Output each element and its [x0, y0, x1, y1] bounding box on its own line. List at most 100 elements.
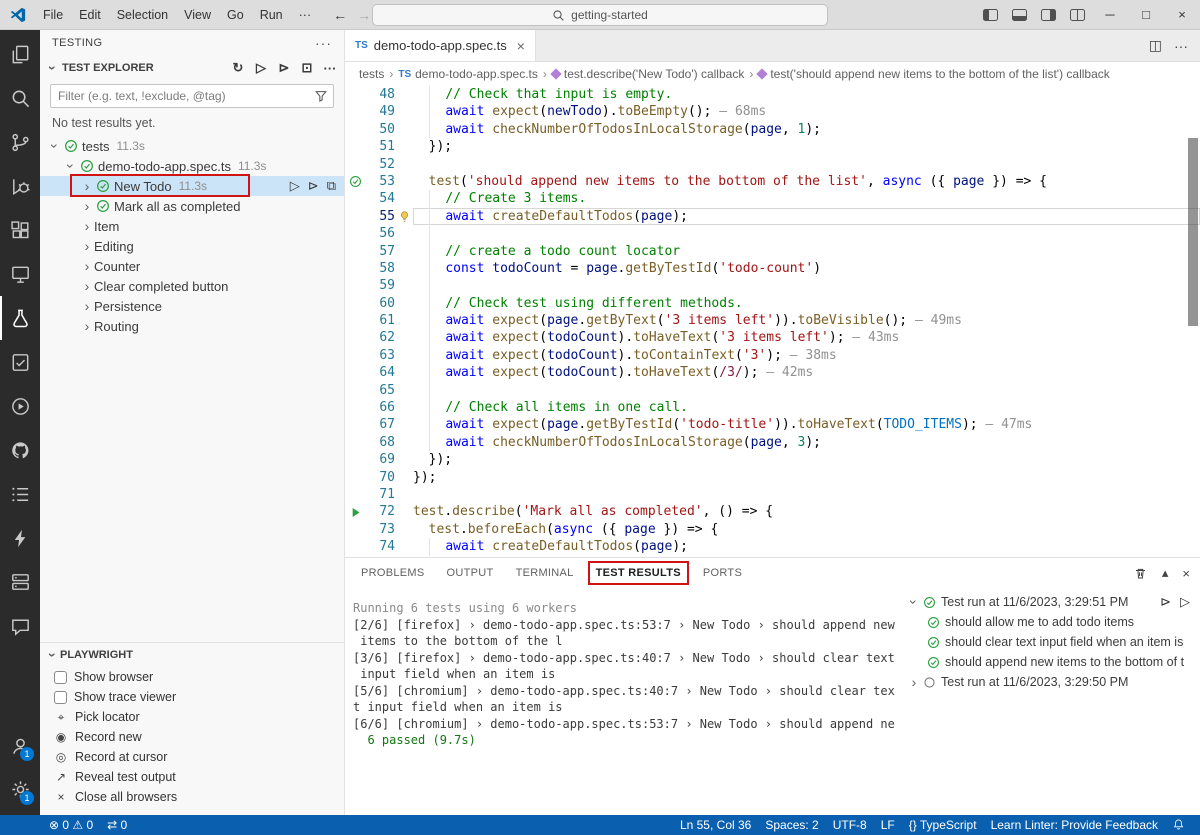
- code-line[interactable]: 64 await expect(todoCount).toHaveText(/3…: [345, 364, 1200, 381]
- panel-tab-problems[interactable]: PROBLEMS: [355, 563, 431, 583]
- close-panel-icon[interactable]: ×: [1182, 566, 1190, 581]
- account-activity-button[interactable]: 1: [0, 723, 40, 767]
- rerun-icon[interactable]: ▷: [1180, 594, 1190, 610]
- nav-back-icon[interactable]: ←: [333, 7, 347, 23]
- zap-activity-button[interactable]: [0, 516, 40, 560]
- code-line[interactable]: 73 test.beforeEach(async ({ page }) => {: [345, 521, 1200, 538]
- chevron-right-icon[interactable]: ›: [80, 179, 94, 193]
- encoding-status[interactable]: UTF-8: [826, 818, 874, 832]
- show-trace-viewer-checkbox[interactable]: [54, 691, 67, 704]
- playwright-command[interactable]: ⌖Pick locator: [40, 707, 344, 727]
- test-tree-item[interactable]: ›New Todo11.3s▷⊳⧉: [40, 176, 344, 196]
- goto-test-icon[interactable]: ⧉: [327, 178, 336, 194]
- test-run-item[interactable]: ›Test run at 11/6/2023, 3:29:50 PM: [901, 672, 1200, 692]
- editor-more-actions-icon[interactable]: ···: [1174, 38, 1188, 54]
- code-line[interactable]: 69 });: [345, 451, 1200, 468]
- code-editor[interactable]: 48 // Check that input is empty.49 await…: [345, 86, 1200, 557]
- chevron-down-icon[interactable]: ›: [46, 648, 60, 662]
- outline-list-activity-button[interactable]: [0, 472, 40, 516]
- test-run-item[interactable]: ›Test run at 11/6/2023, 3:29:51 PM⊳▷: [901, 592, 1200, 612]
- menu-selection[interactable]: Selection: [109, 4, 176, 26]
- chevron-down-icon[interactable]: ›: [48, 139, 62, 153]
- more-actions-icon[interactable]: ···: [322, 61, 338, 76]
- code-line[interactable]: 51 });: [345, 138, 1200, 155]
- code-line[interactable]: 72test.describe('Mark all as completed',…: [345, 503, 1200, 520]
- code-line[interactable]: 60 // Check test using different methods…: [345, 295, 1200, 312]
- code-line[interactable]: 65: [345, 382, 1200, 399]
- code-line[interactable]: 70});: [345, 469, 1200, 486]
- menu-view[interactable]: View: [176, 4, 219, 26]
- test-tree-item[interactable]: ›Clear completed button: [40, 276, 344, 296]
- playwright-command[interactable]: ◉Record new: [40, 727, 344, 747]
- notifications-bell-icon[interactable]: [1165, 818, 1192, 831]
- search-activity-button[interactable]: [0, 76, 40, 120]
- show-browser-checkbox[interactable]: [54, 671, 67, 684]
- run-debug-activity-button[interactable]: [0, 164, 40, 208]
- linter-feedback[interactable]: Learn Linter: Provide Feedback: [984, 818, 1165, 832]
- code-line[interactable]: 74 await createDefaultTodos(page);: [345, 538, 1200, 555]
- test-run-item[interactable]: should clear text input field when an it…: [901, 632, 1200, 652]
- panel-tab-output[interactable]: OUTPUT: [441, 563, 500, 583]
- cursor-position[interactable]: Ln 55, Col 36: [673, 818, 758, 832]
- code-line[interactable]: 56: [345, 225, 1200, 242]
- remote-explorer-activity-button[interactable]: [0, 252, 40, 296]
- run-all-tests-icon[interactable]: ▷: [253, 60, 269, 76]
- panel-tab-test-results[interactable]: TEST RESULTS: [590, 563, 687, 583]
- test-passed-gutter-icon[interactable]: [345, 173, 365, 190]
- debug-all-tests-icon[interactable]: ⊳: [276, 60, 292, 76]
- test-tree-item[interactable]: ›Routing: [40, 316, 344, 336]
- code-line[interactable]: 58 const todoCount = page.getByTestId('t…: [345, 260, 1200, 277]
- chevron-down-icon[interactable]: ›: [64, 159, 78, 173]
- breadcrumb-item[interactable]: test('should append new items to the bot…: [758, 67, 1109, 81]
- ports-status[interactable]: ⇄ 0: [100, 818, 134, 832]
- server-activity-button[interactable]: [0, 560, 40, 604]
- chevron-right-icon[interactable]: ›: [80, 259, 94, 273]
- more-menus-icon[interactable]: ···: [291, 4, 320, 26]
- chevron-right-icon[interactable]: ›: [80, 299, 94, 313]
- explorer-activity-button[interactable]: [0, 32, 40, 76]
- code-line[interactable]: 62 await expect(todoCount).toHaveText('3…: [345, 329, 1200, 346]
- chevron-right-icon[interactable]: ›: [80, 199, 94, 213]
- playwright-command[interactable]: Show trace viewer: [40, 687, 344, 707]
- sidebar-more-actions-icon[interactable]: ···: [315, 35, 332, 51]
- toggle-secondary-sidebar-icon[interactable]: [1041, 9, 1056, 21]
- debug-rerun-icon[interactable]: ⊳: [1160, 594, 1171, 610]
- playwright-command[interactable]: ×Close all browsers: [40, 787, 344, 807]
- indentation-status[interactable]: Spaces: 2: [758, 818, 825, 832]
- menu-run[interactable]: Run: [252, 4, 291, 26]
- code-line[interactable]: 53 test('should append new items to the …: [345, 173, 1200, 190]
- maximize-icon[interactable]: □: [1128, 0, 1164, 30]
- code-line[interactable]: 63 await expect(todoCount).toContainText…: [345, 347, 1200, 364]
- language-mode[interactable]: {} TypeScript: [902, 818, 984, 832]
- editor-tab[interactable]: TS demo-todo-app.spec.ts ×: [345, 30, 536, 61]
- code-line[interactable]: 50 await checkNumberOfTodosInLocalStorag…: [345, 121, 1200, 138]
- menu-file[interactable]: File: [35, 4, 71, 26]
- test-tree-item[interactable]: ›Counter: [40, 256, 344, 276]
- test-run-item[interactable]: should append new items to the bottom of…: [901, 652, 1200, 672]
- test-tree-item[interactable]: ›Item: [40, 216, 344, 236]
- code-line[interactable]: 55 await createDefaultTodos(page);: [345, 208, 1200, 225]
- toggle-sidebar-icon[interactable]: [983, 9, 998, 21]
- chevron-right-icon[interactable]: ›: [80, 239, 94, 253]
- code-line[interactable]: 59: [345, 277, 1200, 294]
- code-line[interactable]: 71: [345, 486, 1200, 503]
- menu-go[interactable]: Go: [219, 4, 252, 26]
- maximize-panel-icon[interactable]: ▴: [1162, 565, 1169, 581]
- chevron-right-icon[interactable]: ›: [80, 319, 94, 333]
- toggle-panel-icon[interactable]: [1012, 9, 1027, 21]
- close-window-icon[interactable]: ×: [1164, 0, 1200, 30]
- test-tree-item[interactable]: ›Persistence: [40, 296, 344, 316]
- code-line[interactable]: 49 await expect(newTodo).toBeEmpty(); — …: [345, 103, 1200, 120]
- command-center-search[interactable]: getting-started: [372, 4, 828, 26]
- code-line[interactable]: 52: [345, 156, 1200, 173]
- code-line[interactable]: 68 await checkNumberOfTodosInLocalStorag…: [345, 434, 1200, 451]
- extensions-activity-button[interactable]: [0, 208, 40, 252]
- editor-scrollbar[interactable]: [1188, 138, 1198, 326]
- playwright-command[interactable]: Show browser: [40, 667, 344, 687]
- breadcrumb-item[interactable]: tests: [359, 67, 384, 81]
- comment-activity-button[interactable]: [0, 604, 40, 648]
- code-line[interactable]: 57 // create a todo count locator: [345, 243, 1200, 260]
- lightbulb-icon[interactable]: [395, 208, 413, 225]
- problems-status[interactable]: ⊗ 0 ⚠ 0: [42, 818, 100, 832]
- chevron-right-icon[interactable]: ›: [907, 675, 921, 689]
